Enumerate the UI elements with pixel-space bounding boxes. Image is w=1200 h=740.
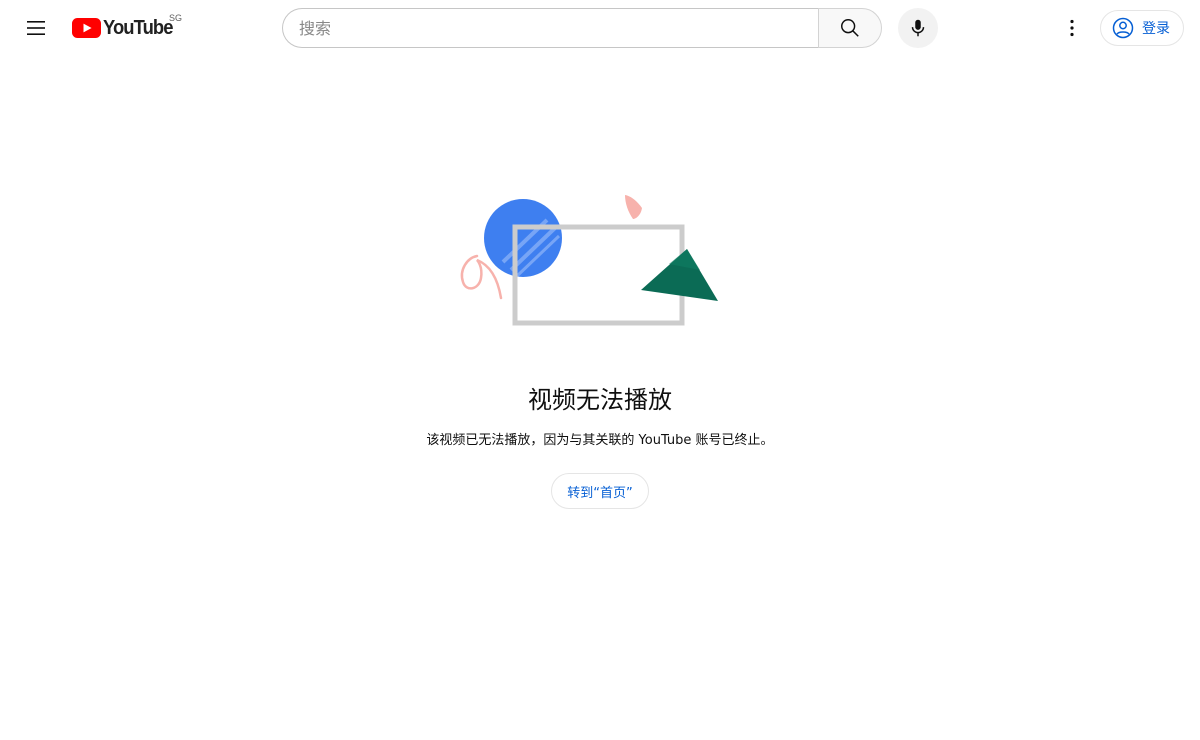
- go-home-button[interactable]: 转到“首页”: [551, 473, 649, 509]
- youtube-logo[interactable]: YouTube: [72, 16, 179, 40]
- mic-icon: [911, 19, 925, 37]
- search-button[interactable]: [818, 8, 882, 48]
- menu-icon: [27, 21, 45, 35]
- video-unavailable-illustration: [460, 195, 718, 326]
- settings-more-button[interactable]: [1052, 8, 1092, 48]
- error-description: 该视频已无法播放，因为与其关联的 YouTube 账号已终止。: [426, 433, 774, 448]
- signin-button[interactable]: 登录: [1100, 10, 1184, 46]
- guide-menu-button[interactable]: [16, 8, 56, 48]
- more-vert-icon: [1070, 19, 1074, 37]
- illustration-blue-circle: [484, 199, 562, 277]
- search-input[interactable]: [282, 8, 819, 48]
- region-code: SG: [169, 13, 183, 23]
- signin-label: 登录: [1142, 21, 1170, 37]
- error-title: 视频无法播放: [528, 386, 672, 414]
- masthead: YouTube SG 登录: [0, 0, 1200, 56]
- voice-search-button[interactable]: [898, 8, 938, 48]
- logo-text: YouTube: [103, 16, 173, 39]
- illustration-pink-petal: [625, 195, 642, 219]
- account-circle-icon: [1112, 17, 1134, 39]
- search-icon: [841, 19, 859, 37]
- youtube-logo-icon: [72, 18, 101, 38]
